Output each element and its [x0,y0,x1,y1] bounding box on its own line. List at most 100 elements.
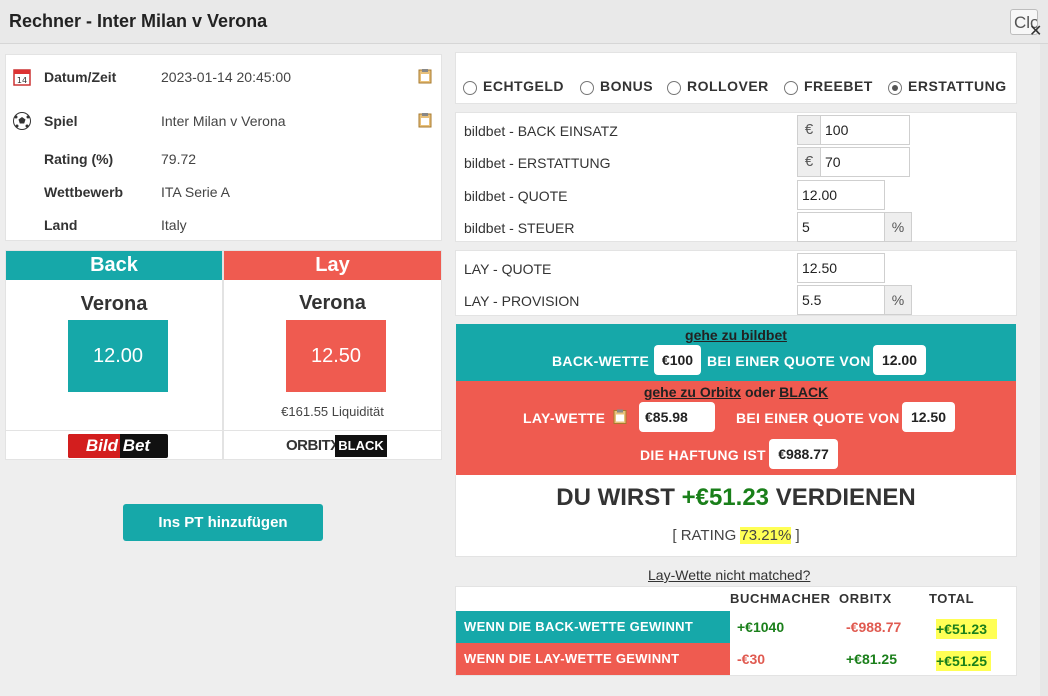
lay-bet-label: LAY-WETTE [523,410,606,426]
back-wins-orbitx: -€988.77 [846,619,902,635]
back-bet-label: BACK-WETTE [552,353,650,369]
row-lay-wins-label: WENN DIE LAY-WETTE GEWINNT [456,643,730,675]
radio-circle[interactable] [580,81,594,95]
profit-amount: +€51.23 [681,484,770,511]
back-odds-input[interactable]: 12.00 [797,180,885,210]
or-text: oder [744,384,776,400]
rating-label: Rating (%) [44,151,114,167]
go-to-orbitx-link[interactable]: gehe zu Orbitx [644,384,741,400]
back-header: Back [6,251,222,280]
liability-amount: €988.77 [769,439,838,469]
commission-label: LAY - PROVISION [464,293,580,309]
refund-label: bildbet - ERSTATTUNG [464,155,611,171]
window-title: Rechner - Inter Milan v Verona [9,11,268,31]
liability-label: DIE HAFTUNG IST [640,447,766,463]
lay-team: Verona [299,292,366,314]
tax-input[interactable]: 5 [797,212,885,242]
clipboard-icon[interactable] [418,68,432,84]
back-form-panel: bildbet - BACK EINSATZ € 100 bildbet - E… [455,112,1017,242]
bildbet-logo[interactable]: Bild Bet [68,434,168,458]
country-label: Land [44,217,78,233]
close-icon[interactable]: ✕ [1029,24,1042,40]
info-row-datetime: 14 Datum/Zeit 2023-01-14 20:45:00 [6,66,441,88]
back-bet-odds: 12.00 [873,345,926,375]
row-back-wins-label: WENN DIE BACK-WETTE GEWINNT [456,611,730,643]
euro-addon: € [797,147,821,177]
back-stake-row: bildbet - BACK EINSATZ € 100 [456,115,1016,145]
lay-odds-input[interactable]: 12.50 [797,253,885,283]
at-odds-label: BEI EINER QUOTE VON [707,353,871,369]
country-value: Italy [161,217,187,233]
tax-row: bildbet - STEUER 5 % [456,212,1016,242]
info-row-rating: Rating (%) 79.72 [6,148,441,170]
lay-wins-orbitx: +€81.25 [846,651,897,667]
header-orbitx: ORBITX [839,591,892,606]
back-odds-row: bildbet - QUOTE 12.00 [456,180,1016,210]
go-to-black-link[interactable]: BLACK [779,384,828,400]
info-row-match: Spiel Inter Milan v Verona [6,110,441,132]
datetime-label: Datum/Zeit [44,69,117,85]
radio-circle[interactable] [463,81,477,95]
competition-label: Wettbewerb [44,184,124,200]
lay-wins-total: +€51.25 [936,651,991,671]
lay-form-panel: LAY - QUOTE 12.50 LAY - PROVISION 5.5 % [455,250,1017,316]
back-stake-input[interactable]: 100 [820,115,910,145]
header-total: TOTAL [929,591,975,606]
orbitx-black-logo[interactable]: ORBITX BLACK [286,434,388,458]
at-odds-label: BEI EINER QUOTE VON [736,410,900,426]
info-row-country: Land Italy [6,214,441,236]
lay-odds: 12.50 [286,320,386,392]
go-to-bildbet-link[interactable]: gehe zu bildbet [685,327,787,343]
lay-card: Lay Verona 12.50 €161.55 Liquidität ORBI… [223,250,442,460]
tax-label: bildbet - STEUER [464,220,575,236]
lay-wins-bookmaker: -€30 [737,651,766,667]
competition-value: ITA Serie A [161,184,230,200]
right-edge [1040,44,1048,696]
match-label: Spiel [44,113,78,129]
back-wins-total: +€51.23 [936,619,997,639]
rating-value: 79.72 [161,151,197,167]
lay-bet-amount: €85.98 [639,402,715,432]
info-row-competition: Wettbewerb ITA Serie A [6,181,441,203]
svg-text:14: 14 [17,76,27,85]
refund-input[interactable]: 70 [820,147,910,177]
lay-bet-odds: 12.50 [902,402,955,432]
lay-bet-band: gehe zu Orbitx oder BLACK LAY-WETTE €85.… [456,381,1016,475]
refund-row: bildbet - ERSTATTUNG € 70 [456,147,1016,177]
back-odds: 12.00 [68,320,168,392]
euro-addon: € [797,115,821,145]
rating-result: [ RATING 73.21% ] [672,527,800,544]
football-icon [13,112,31,130]
result-panel: DU WIRST +€51.23 VERDIENEN [ RATING 73.2… [455,475,1017,557]
lay-odds-row: LAY - QUOTE 12.50 [456,253,1016,283]
profit-result: DU WIRST +€51.23 VERDIENEN [556,484,916,511]
clipboard-icon[interactable] [418,112,432,128]
percent-addon: % [884,212,912,242]
radio-circle[interactable] [667,81,681,95]
title-bar: Rechner - Inter Milan v Verona Close ✕ [0,0,1048,44]
back-wins-bookmaker: +€1040 [737,619,785,635]
commission-input[interactable]: 5.5 [797,285,885,315]
back-card: Back Verona 12.00 Bild Bet [5,250,223,460]
percent-addon: % [884,285,912,315]
back-odds-label: bildbet - QUOTE [464,188,568,204]
back-bet-band: gehe zu bildbet BACK-WETTE €100 BEI EINE… [456,324,1016,381]
lay-not-matched-link[interactable]: Lay-Wette nicht matched? [648,567,810,583]
rating-result-value: 73.21% [740,527,792,544]
event-info-panel: 14 Datum/Zeit 2023-01-14 20:45:00 Spiel … [5,54,442,241]
match-value: Inter Milan v Verona [161,113,286,129]
back-team: Verona [80,293,148,315]
lay-header: Lay [224,251,441,280]
radio-circle[interactable] [784,81,798,95]
lay-liquidity: €161.55 Liquidität [281,404,384,419]
header-bookmaker: BUCHMACHER [730,591,831,606]
clipboard-icon[interactable] [613,408,627,425]
datetime-value: 2023-01-14 20:45:00 [161,69,291,85]
back-stake-label: bildbet - BACK EINSATZ [464,123,618,139]
add-to-pt-button[interactable]: Ins PT hinzufügen [123,504,323,541]
back-bet-amount: €100 [654,345,701,375]
commission-row: LAY - PROVISION 5.5 % [456,285,1016,315]
lay-odds-label: LAY - QUOTE [464,261,552,277]
radio-circle-selected[interactable] [888,81,902,95]
calendar-icon: 14 [13,69,31,86]
